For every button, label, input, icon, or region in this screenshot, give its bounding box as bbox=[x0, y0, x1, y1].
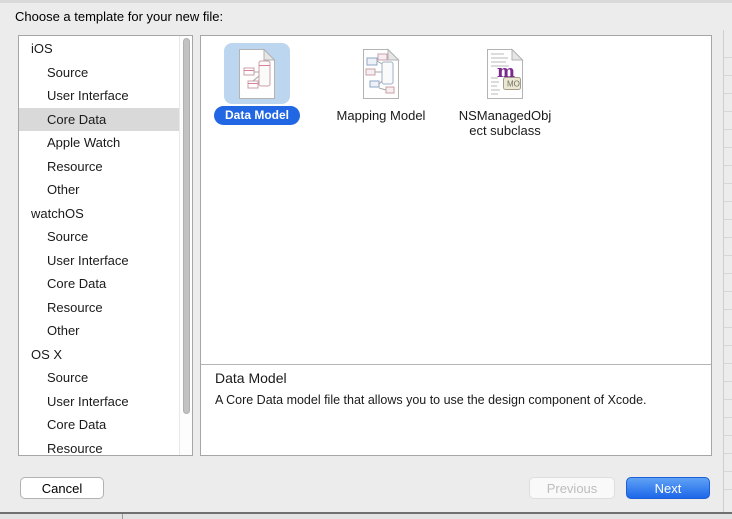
template-item-data-model[interactable]: Data Model bbox=[201, 43, 313, 138]
sidebar-item-watchos-7[interactable]: watchOS bbox=[19, 202, 179, 226]
sidebar-item-other-6[interactable]: Other bbox=[19, 178, 179, 202]
template-grid: Data Model Mapping Model bbox=[201, 43, 561, 138]
template-item-mapping-model[interactable]: Mapping Model bbox=[325, 43, 437, 138]
description-body: A Core Data model file that allows you t… bbox=[215, 393, 647, 407]
description-divider bbox=[201, 364, 711, 365]
sidebar-item-ios-0[interactable]: iOS bbox=[19, 37, 179, 61]
sidebar-item-core-data-10[interactable]: Core Data bbox=[19, 272, 179, 296]
sidebar-scrollbar-thumb[interactable] bbox=[183, 38, 190, 414]
sidebar-item-apple-watch-4[interactable]: Apple Watch bbox=[19, 131, 179, 155]
template-label-data-model: Data Model bbox=[214, 106, 300, 125]
cancel-button[interactable]: Cancel bbox=[20, 477, 104, 499]
sidebar-item-core-data-3[interactable]: Core Data bbox=[19, 108, 179, 132]
data-model-selection-highlight bbox=[224, 43, 290, 104]
description-title: Data Model bbox=[215, 370, 287, 386]
template-label-nsmanagedobject-line1: NSManagedObj bbox=[459, 108, 552, 123]
sidebar-item-source-1[interactable]: Source bbox=[19, 61, 179, 85]
template-label-mapping-model: Mapping Model bbox=[337, 108, 426, 123]
previous-button[interactable]: Previous bbox=[529, 477, 615, 499]
mapping-model-icon-zone bbox=[348, 43, 414, 104]
sidebar-item-source-8[interactable]: Source bbox=[19, 225, 179, 249]
sidebar-item-resource-17[interactable]: Resource bbox=[19, 437, 179, 457]
window-top-edge bbox=[0, 0, 732, 3]
sidebar-item-os-x-13[interactable]: OS X bbox=[19, 343, 179, 367]
template-label-nsmanagedobject-line2: ect subclass bbox=[469, 123, 541, 138]
template-category-sidebar: iOSSourceUser InterfaceCore DataApple Wa… bbox=[18, 35, 193, 456]
next-button[interactable]: Next bbox=[626, 477, 710, 499]
mapping-model-file-icon bbox=[360, 48, 402, 100]
nsmanagedobject-mo-badge: MO bbox=[507, 79, 520, 88]
dialog-title: Choose a template for your new file: bbox=[15, 9, 223, 24]
template-chooser-panel: Data Model Mapping Model bbox=[200, 35, 712, 456]
background-window-strip bbox=[0, 514, 732, 519]
data-model-file-icon bbox=[236, 48, 278, 100]
sidebar-item-core-data-16[interactable]: Core Data bbox=[19, 413, 179, 437]
sidebar-item-other-12[interactable]: Other bbox=[19, 319, 179, 343]
template-item-nsmanagedobject-subclass[interactable]: m MO NSManagedObj ect subclass bbox=[449, 43, 561, 138]
nsmanagedobject-file-icon: m MO bbox=[484, 48, 526, 100]
sidebar-item-source-14[interactable]: Source bbox=[19, 366, 179, 390]
nsmanagedobject-icon-zone: m MO bbox=[472, 43, 538, 104]
sidebar-scrollbar-track[interactable] bbox=[179, 36, 192, 455]
sidebar-item-user-interface-15[interactable]: User Interface bbox=[19, 390, 179, 414]
background-window-rows bbox=[724, 40, 732, 505]
sidebar-item-user-interface-2[interactable]: User Interface bbox=[19, 84, 179, 108]
background-window-tick bbox=[122, 514, 123, 519]
sidebar-item-resource-11[interactable]: Resource bbox=[19, 296, 179, 320]
sidebar-item-user-interface-9[interactable]: User Interface bbox=[19, 249, 179, 273]
sidebar-list: iOSSourceUser InterfaceCore DataApple Wa… bbox=[19, 37, 179, 456]
sidebar-item-resource-5[interactable]: Resource bbox=[19, 155, 179, 179]
